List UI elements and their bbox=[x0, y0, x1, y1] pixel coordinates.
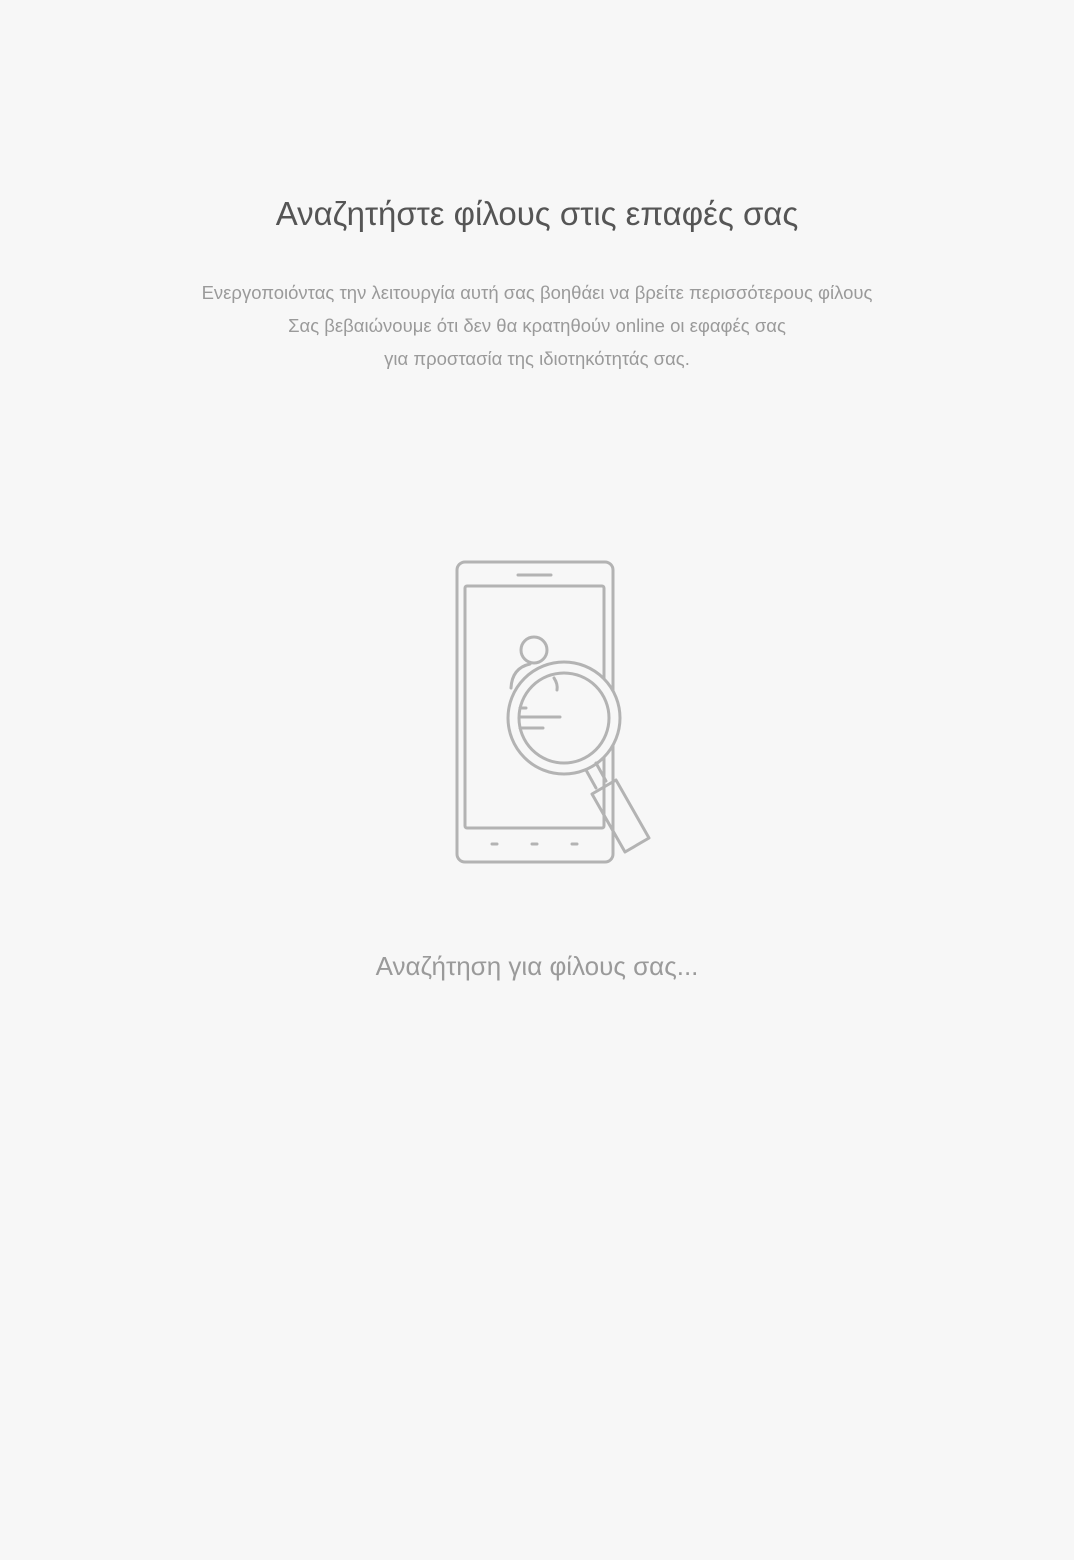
magnifier-handle bbox=[590, 778, 651, 854]
description-line: για προστασία της ιδιοτηκότητάς σας. bbox=[384, 348, 690, 369]
person-head bbox=[519, 635, 549, 665]
description-line: Ενεργοποιόντας την λειτουργία αυτή σας β… bbox=[201, 282, 873, 303]
description-text: Ενεργοποιόντας την λειτουργία αυτή σας β… bbox=[0, 276, 1074, 375]
page-title: Αναζητήστε φίλους στις επαφές σας bbox=[275, 195, 799, 232]
find-friends-screen: Αναζητήστε φίλους στις επαφές σας Ενεργο… bbox=[0, 0, 1074, 1560]
description-line: Σας βεβαιώνουμε ότι δεν θα κρατηθούν onl… bbox=[288, 315, 786, 336]
phone-search-illustration bbox=[420, 540, 680, 880]
status-text: Αναζήτηση για φίλους σας... bbox=[375, 951, 699, 981]
phone-search-contacts-icon bbox=[455, 560, 651, 864]
